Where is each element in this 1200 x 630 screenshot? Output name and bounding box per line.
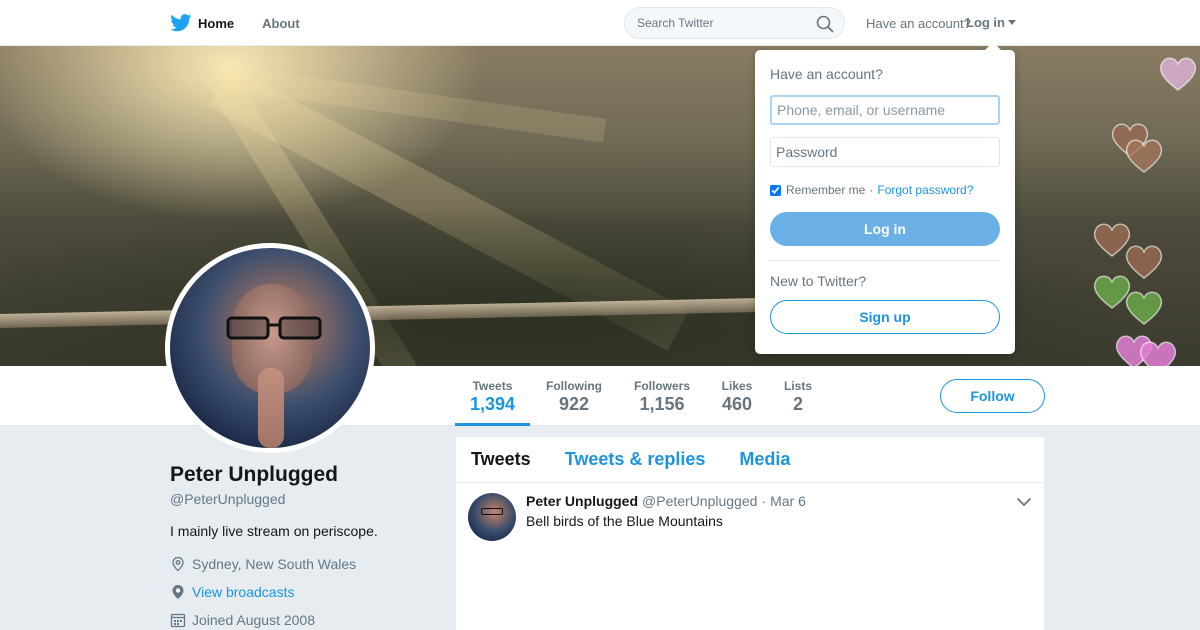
tweet-separator: ·: [761, 493, 767, 509]
stat-tweets[interactable]: Tweets 1,394: [455, 366, 530, 426]
profile-name[interactable]: Peter Unplugged: [170, 463, 338, 487]
remember-separator: ·: [869, 183, 874, 197]
stat-label: Followers: [633, 379, 690, 393]
calendar-icon: [170, 613, 186, 628]
have-account-text: Have an account?: [866, 16, 971, 31]
avatar-image: [170, 248, 370, 448]
profile-bio: I mainly live stream on periscope.: [170, 523, 378, 539]
remember-me-label[interactable]: Remember me: [786, 183, 865, 197]
nav-home-label: Home: [198, 15, 235, 31]
remember-row: Remember me · Forgot password?: [770, 183, 973, 197]
stat-label: Likes: [721, 379, 753, 393]
tweet-author-handle[interactable]: @PeterUnplugged: [642, 493, 757, 509]
dropdown-divider: [770, 260, 1000, 261]
search-icon[interactable]: [816, 15, 834, 33]
glasses-shape: [226, 316, 322, 340]
nav-left: Home About: [170, 0, 328, 46]
tab-media[interactable]: Media: [739, 449, 790, 470]
stat-value: 2: [792, 394, 803, 414]
heart-icon: [1125, 139, 1163, 173]
glasses-shape: [481, 508, 503, 515]
stat-likes[interactable]: Likes 460: [714, 366, 760, 426]
profile-handle[interactable]: @PeterUnplugged: [170, 491, 285, 507]
tab-tweets[interactable]: Tweets: [471, 449, 531, 470]
forgot-password-link[interactable]: Forgot password?: [877, 183, 973, 197]
tweet-text: Bell birds of the Blue Mountains: [526, 513, 723, 529]
joined-text: Joined August 2008: [192, 612, 315, 628]
nav-home[interactable]: Home: [170, 14, 234, 32]
stat-label: Following: [546, 379, 602, 393]
location-text: Sydney, New South Wales: [192, 556, 357, 572]
profile-broadcasts: View broadcasts: [170, 584, 294, 600]
login-dropdown-toggle[interactable]: Log in: [966, 15, 1016, 30]
tweet-avatar[interactable]: [468, 493, 516, 541]
avatar-hands: [258, 368, 284, 448]
timeline: Tweets Tweets & replies Media Peter Unpl…: [456, 437, 1044, 630]
profile-avatar[interactable]: [165, 243, 375, 453]
profile-joined: Joined August 2008: [170, 612, 315, 628]
stat-value: 922: [558, 394, 590, 414]
tweet-item[interactable]: Peter Unplugged @PeterUnplugged · Mar 6 …: [456, 484, 1044, 564]
heart-icon: [1139, 341, 1177, 366]
stat-label: Lists: [783, 379, 812, 393]
login-toggle-label: Log in: [966, 15, 1005, 30]
view-broadcasts-link[interactable]: View broadcasts: [192, 584, 294, 600]
heart-icon: [1159, 57, 1197, 91]
caret-down-icon: [1008, 20, 1016, 25]
stat-value: 1,156: [639, 394, 685, 414]
stat-label: Tweets: [472, 379, 513, 393]
search-input[interactable]: [625, 8, 805, 38]
heart-icon: [1125, 291, 1163, 325]
nav-about[interactable]: About: [262, 16, 300, 31]
top-navigation-bar: Home About Have an account? Log in: [0, 0, 1200, 46]
username-field[interactable]: [770, 95, 1000, 125]
password-field[interactable]: [770, 137, 1000, 167]
nav-about-label: About: [262, 15, 300, 31]
login-dropdown: Have an account? Remember me · Forgot pa…: [755, 42, 1015, 354]
stat-following[interactable]: Following 922: [540, 366, 608, 426]
tweet-timestamp[interactable]: Mar 6: [770, 493, 806, 509]
stat-followers[interactable]: Followers 1,156: [628, 366, 696, 426]
location-pin-icon: [172, 556, 184, 572]
chevron-down-icon[interactable]: [1016, 496, 1032, 508]
follow-button[interactable]: Follow: [940, 379, 1045, 413]
login-button[interactable]: Log in: [770, 212, 1000, 246]
new-to-twitter-text: New to Twitter?: [770, 273, 867, 289]
tweet-author-name[interactable]: Peter Unplugged: [526, 493, 638, 509]
twitter-bird-icon: [170, 14, 192, 32]
stat-value: 460: [721, 394, 753, 414]
remember-me-checkbox[interactable]: [770, 184, 781, 196]
timeline-tabs: Tweets Tweets & replies Media: [456, 437, 1044, 483]
stat-lists[interactable]: Lists 2: [778, 366, 818, 426]
profile-location: Sydney, New South Wales: [170, 556, 356, 572]
tweet-header: Peter Unplugged @PeterUnplugged · Mar 6: [526, 493, 806, 509]
periscope-icon: [172, 585, 184, 599]
dropdown-title: Have an account?: [770, 66, 883, 82]
stat-value: 1,394: [469, 394, 516, 414]
search-box: [624, 7, 845, 39]
tab-tweets-and-replies[interactable]: Tweets & replies: [565, 449, 706, 470]
signup-button[interactable]: Sign up: [770, 300, 1000, 334]
